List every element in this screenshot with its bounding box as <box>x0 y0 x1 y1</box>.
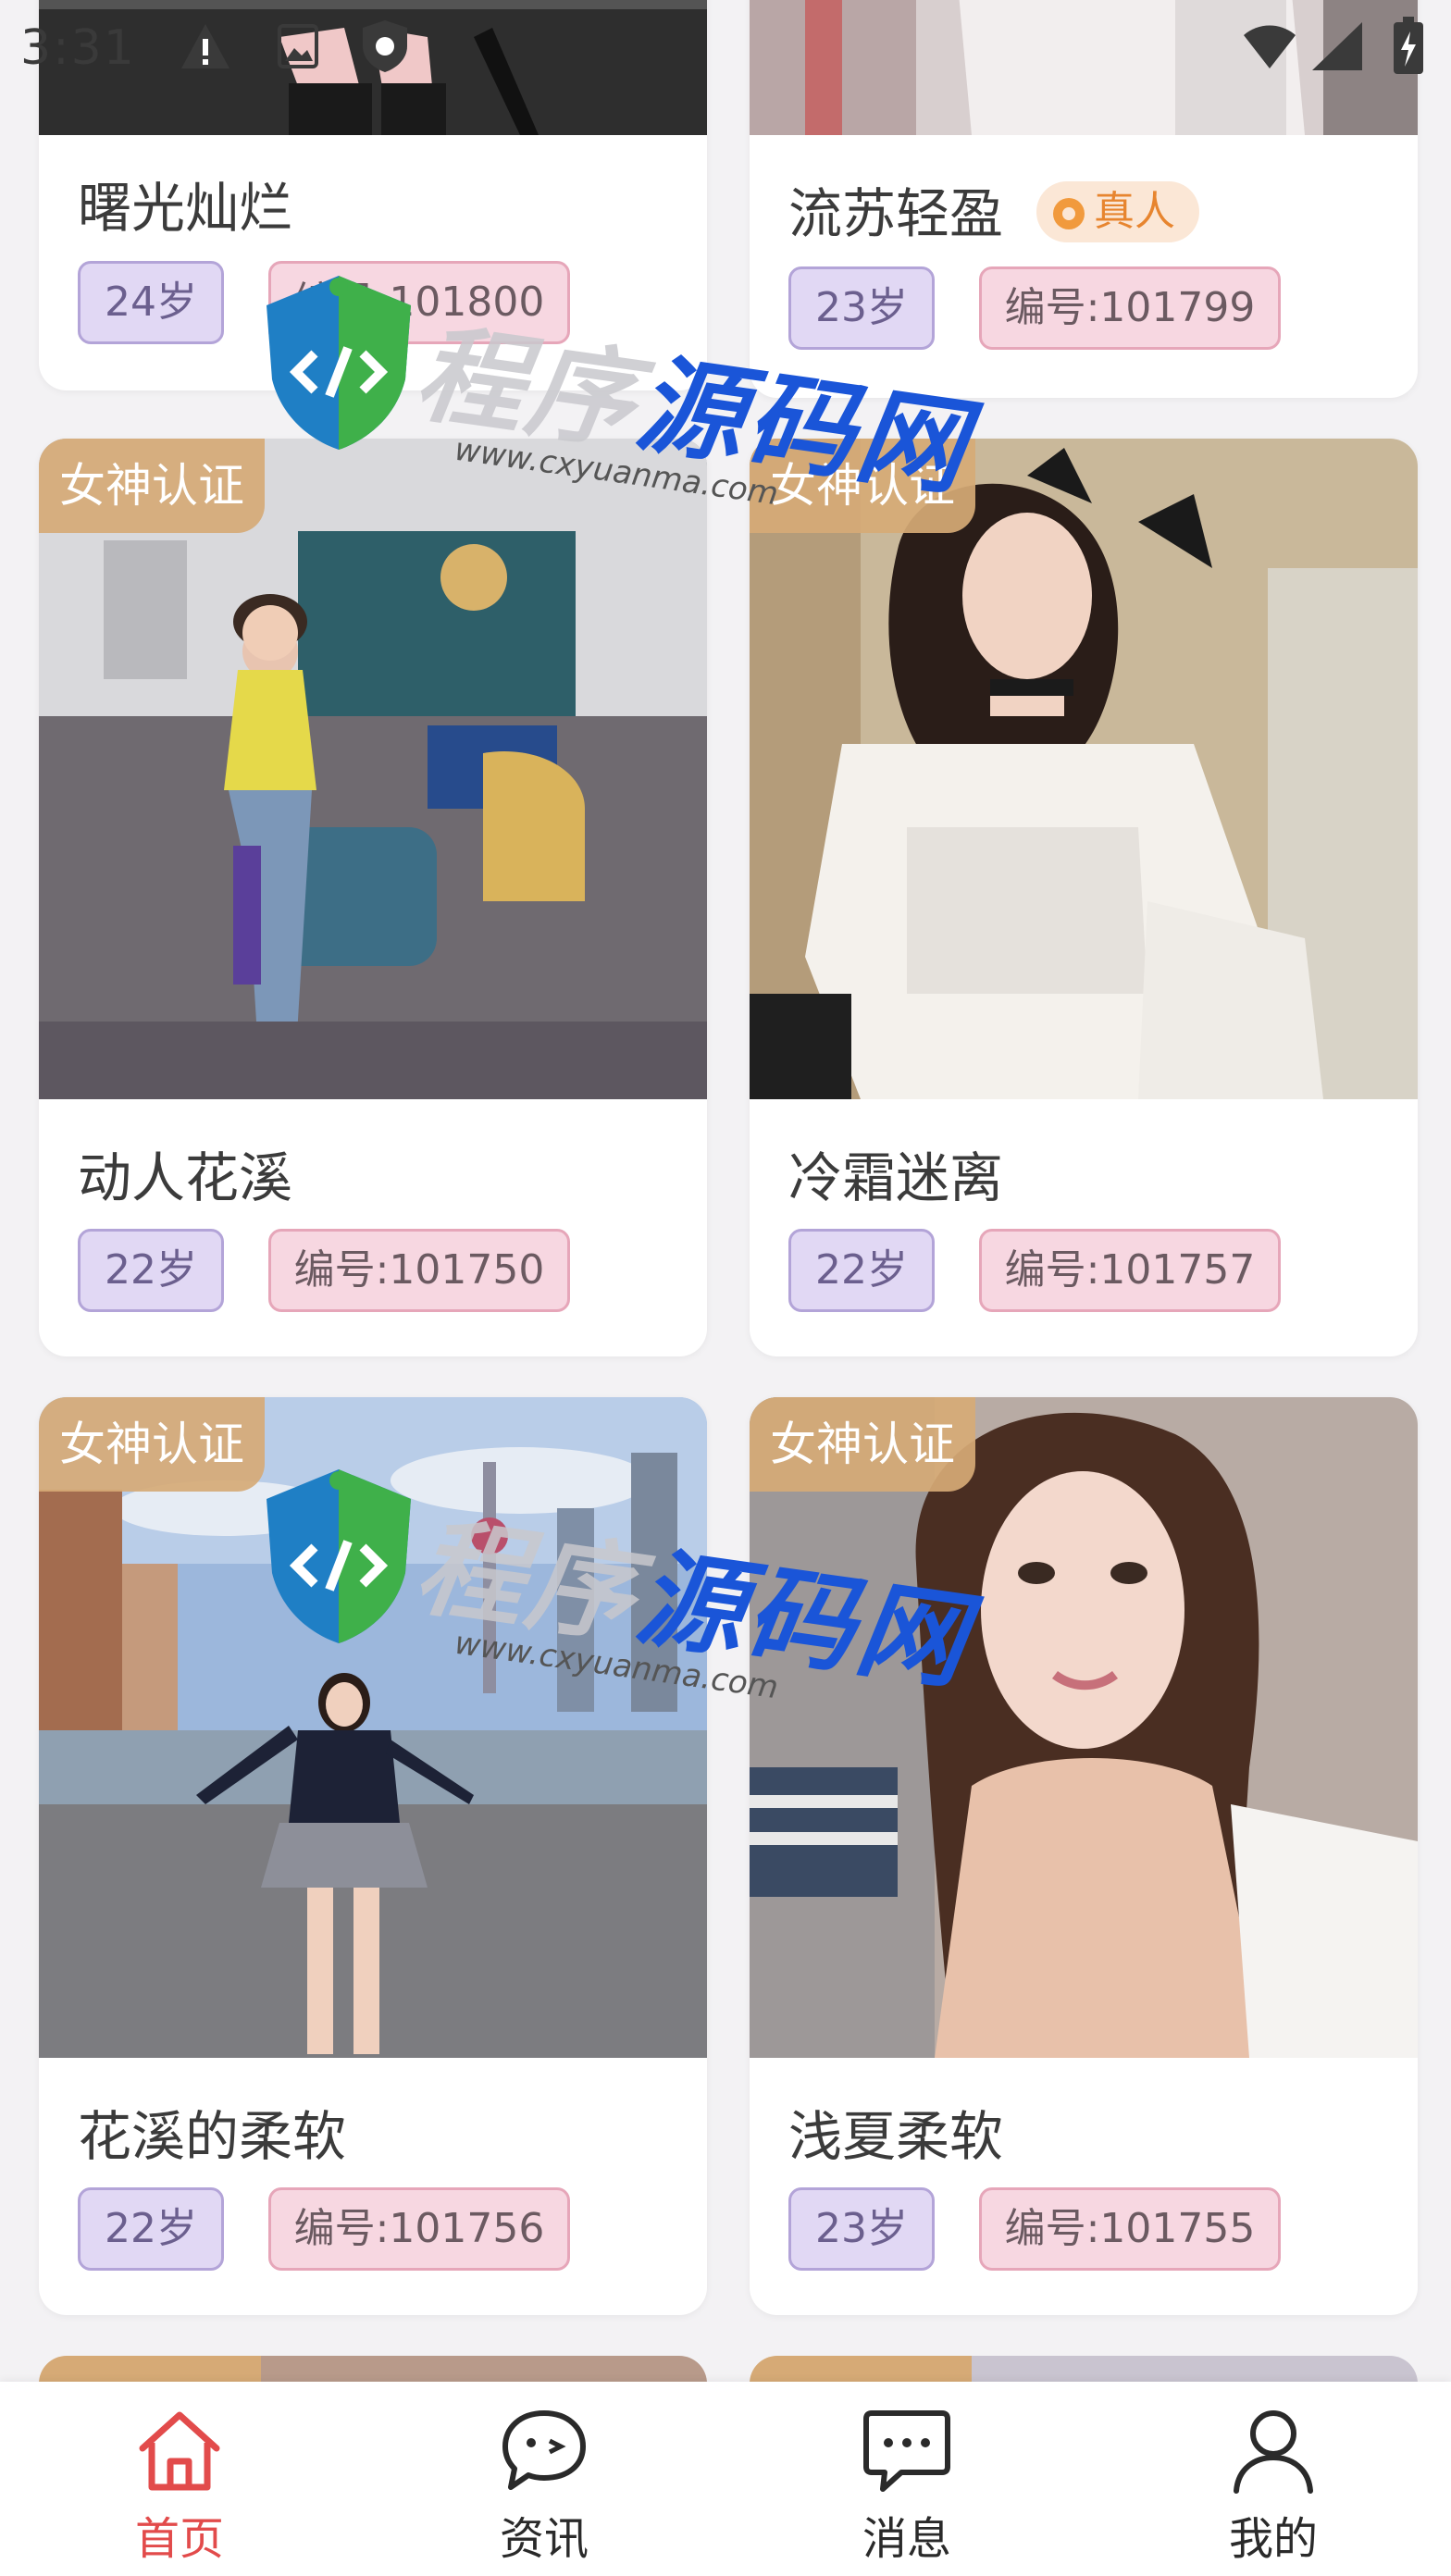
profile-photo: 女神认证 <box>39 439 707 1099</box>
id-tag: 编号:101755 <box>979 2187 1281 2271</box>
profile-photo: 女神认证 <box>750 439 1418 1099</box>
age-tag: 23岁 <box>788 266 935 350</box>
profile-icon <box>1234 2410 1313 2494</box>
profile-name: 曙光灿烂 <box>78 177 293 240</box>
profile-card[interactable]: 女神认证 花溪的柔软 22岁 编号:101756 <box>39 1397 707 2315</box>
profile-name: 冷霜迷离 <box>788 1146 1004 1209</box>
nav-label-messages: 消息 <box>862 2513 951 2565</box>
profile-name: 流苏轻盈 <box>788 182 1004 245</box>
profile-photo: 女神认证 <box>39 1397 707 2058</box>
nav-label-home: 首页 <box>134 2513 224 2565</box>
profile-card[interactable]: 女神认证 冷霜迷离 22岁 编号:101757 <box>750 439 1418 1356</box>
age-tag: 22岁 <box>788 1229 935 1312</box>
nav-label-profile: 我的 <box>1228 2513 1318 2565</box>
id-tag: 编号:101756 <box>268 2187 570 2271</box>
profile-photo: 女神认证 <box>750 1397 1418 2058</box>
profile-photo <box>39 0 707 135</box>
profile-card[interactable]: 曙光灿烂 24岁 编号:101800 <box>39 0 707 390</box>
id-tag: 编号:101757 <box>979 1229 1281 1312</box>
nav-item-messages[interactable]: 消息 <box>814 2382 999 2576</box>
age-tag: 22岁 <box>78 2187 224 2271</box>
message-icon <box>863 2410 950 2492</box>
nav-item-news[interactable]: 资讯 <box>452 2382 637 2576</box>
app-root: 3:31 曙光灿烂 24岁 编号:101800 流苏轻盈 真人 23岁 编号:1… <box>0 0 1451 2576</box>
verified-dot-icon <box>1053 198 1085 229</box>
profile-name: 动人花溪 <box>78 1146 293 1209</box>
home-icon <box>139 2411 220 2491</box>
goddess-cert-badge: 女神认证 <box>750 439 975 533</box>
age-tag: 22岁 <box>78 1229 224 1312</box>
real-person-label: 真人 <box>1094 188 1175 235</box>
chat-bubble-icon <box>502 2410 586 2490</box>
nav-item-home[interactable]: 首页 <box>87 2382 272 2576</box>
profile-card[interactable]: 女神认证 浅夏柔软 23岁 编号:101755 <box>750 1397 1418 2315</box>
profile-name: 浅夏柔软 <box>788 2105 1004 2168</box>
age-tag: 24岁 <box>78 261 224 344</box>
goddess-cert-badge: 女神认证 <box>750 1397 975 1492</box>
nav-item-profile[interactable]: 我的 <box>1181 2382 1366 2576</box>
real-person-badge: 真人 <box>1036 181 1199 242</box>
profile-card[interactable]: 女神认证 动人花溪 22岁 编号:101750 <box>39 439 707 1356</box>
age-tag: 23岁 <box>788 2187 935 2271</box>
nav-label-news: 资讯 <box>499 2513 589 2565</box>
goddess-cert-badge: 女神认证 <box>39 439 265 533</box>
profile-photo <box>750 0 1418 135</box>
profile-card[interactable]: 流苏轻盈 真人 23岁 编号:101799 <box>750 0 1418 398</box>
id-tag: 编号:101800 <box>268 261 570 344</box>
profile-name: 花溪的柔软 <box>78 2105 347 2168</box>
id-tag: 编号:101799 <box>979 266 1281 350</box>
bottom-nav: 首页 资讯 消息 我的 <box>0 2382 1451 2576</box>
id-tag: 编号:101750 <box>268 1229 570 1312</box>
goddess-cert-badge: 女神认证 <box>39 1397 265 1492</box>
